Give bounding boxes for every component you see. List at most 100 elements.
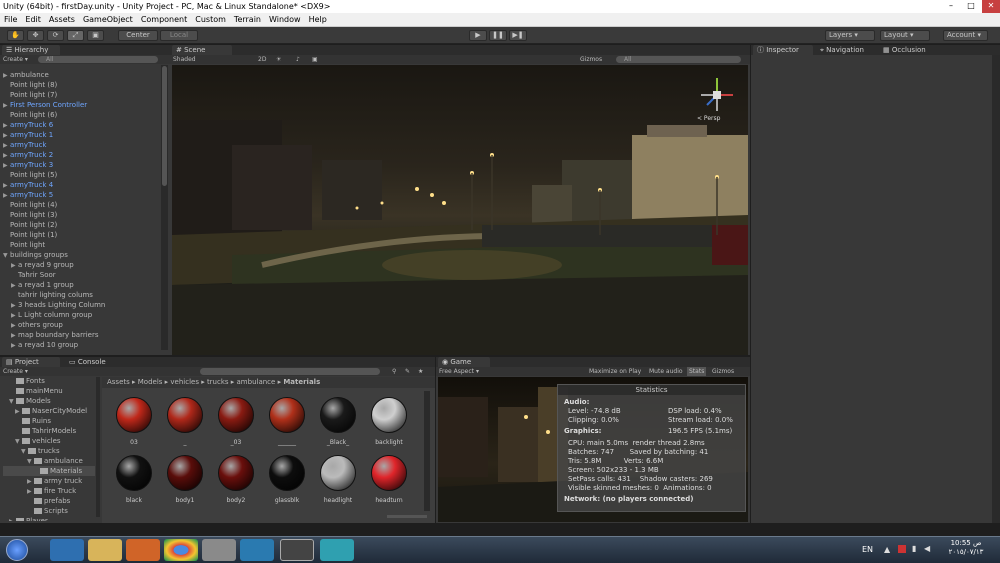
aspect-dropdown[interactable]: Free Aspect (439, 368, 474, 375)
hierarchy-search-input[interactable]: All (38, 56, 158, 63)
hierarchy-scrollbar[interactable] (161, 65, 168, 350)
system-clock[interactable]: 10:55 ص ٢٠١٥/٠٧/١٣ (944, 539, 988, 557)
hierarchy-item[interactable]: ▶ armyTruck 5 (3, 190, 158, 200)
hierarchy-item[interactable]: ▶ armyTruck 4 (3, 180, 158, 190)
play-button[interactable]: ▶ (469, 30, 487, 41)
step-button[interactable]: ▶❚ (509, 30, 527, 41)
hierarchy-item[interactable]: ▶ armyTruck 6 (3, 120, 158, 130)
show-hidden-icons-icon[interactable]: ▲ (884, 545, 890, 554)
hierarchy-item[interactable]: ▶ 3 heads Lighting Column (3, 300, 158, 310)
folder-tree-item[interactable]: Fonts (3, 376, 95, 386)
folder-tree-item[interactable]: ▼ trucks (3, 446, 95, 456)
filter-type-icon[interactable]: ⚲ (392, 367, 396, 376)
gizmos-dropdown[interactable]: Gizmos (580, 55, 602, 64)
hierarchy-item[interactable]: ▶ a reyad 1 group (3, 280, 158, 290)
hierarchy-item[interactable]: ▶ ambulance (3, 70, 158, 80)
folder-tree-item[interactable]: mainMenu (3, 386, 95, 396)
move-tool-icon[interactable]: ✥ (27, 30, 44, 41)
hierarchy-item[interactable]: ▶ map boundary barriers (3, 330, 158, 340)
tab-scene[interactable]: # Scene (172, 45, 232, 55)
folder-tree-item[interactable]: prefabs (3, 496, 95, 506)
breadcrumb-item[interactable]: trucks (207, 378, 229, 386)
material-asset[interactable]: black (112, 455, 156, 505)
chrome-icon[interactable] (164, 539, 198, 561)
menu-window[interactable]: Window (265, 15, 305, 24)
hierarchy-item[interactable]: Point light (8) (3, 80, 158, 90)
tab-console[interactable]: ▭ Console (65, 357, 123, 367)
folder-tree-item[interactable]: Materials (3, 466, 95, 476)
rotate-tool-icon[interactable]: ⟳ (47, 30, 64, 41)
assets-scrollbar[interactable] (424, 391, 430, 511)
volume-icon[interactable]: ◀ (924, 544, 930, 553)
tab-occlusion[interactable]: ▦ Occlusion (879, 45, 939, 55)
folder-tree-item[interactable]: ▼ ambulance (3, 456, 95, 466)
effects-toggle-icon[interactable]: ▣ (312, 55, 318, 64)
lighting-toggle-icon[interactable]: ☀ (276, 55, 281, 64)
folder-tree-item[interactable]: ▶ NaserCityModel (3, 406, 95, 416)
layers-dropdown[interactable]: Layers ▾ (825, 30, 875, 41)
network-icon[interactable]: ▮ (912, 544, 916, 553)
folder-tree-item[interactable]: ▶ fire Truck (3, 486, 95, 496)
hierarchy-item[interactable]: ▼ buildings groups (3, 250, 158, 260)
hierarchy-item[interactable]: Point light (4) (3, 200, 158, 210)
pivot-center-button[interactable]: Center (118, 30, 158, 41)
folder-tree-item[interactable]: TahrirModels (3, 426, 95, 436)
internet-explorer-icon[interactable] (50, 539, 84, 561)
hierarchy-item[interactable]: ▶ others group (3, 320, 158, 330)
shading-mode-dropdown[interactable]: Shaded (173, 56, 196, 63)
close-button[interactable]: ✕ (982, 0, 1000, 13)
breadcrumb-item[interactable]: Models (138, 378, 163, 386)
hierarchy-item[interactable]: ▶ a reyad 9 group (3, 260, 158, 270)
2d-toggle[interactable]: 2D (258, 55, 266, 64)
breadcrumb-item[interactable]: ambulance (237, 378, 276, 386)
start-button-icon[interactable] (6, 539, 28, 561)
account-dropdown[interactable]: Account ▾ (943, 30, 988, 41)
app-cube-icon[interactable] (320, 539, 354, 561)
breadcrumb-item[interactable]: Assets (107, 378, 130, 386)
persp-label[interactable]: < Persp (697, 115, 737, 122)
material-asset[interactable]: _ (163, 397, 207, 447)
hierarchy-create-dropdown[interactable]: Create (3, 56, 23, 63)
rect-tool-icon[interactable]: ▣ (87, 30, 104, 41)
material-asset[interactable]: body2 (214, 455, 258, 505)
menu-component[interactable]: Component (137, 15, 191, 24)
inspector-scrollbar[interactable] (992, 55, 1000, 523)
tab-navigation[interactable]: ⌖ Navigation (816, 45, 876, 55)
stats-toggle[interactable]: Stats (687, 367, 707, 376)
folder-tree-item[interactable]: ▼ Models (3, 396, 95, 406)
menu-terrain[interactable]: Terrain (230, 15, 265, 24)
project-tree-scrollbar[interactable] (96, 377, 100, 517)
menu-edit[interactable]: Edit (21, 15, 45, 24)
action-center-icon[interactable] (898, 545, 906, 553)
menu-assets[interactable]: Assets (45, 15, 79, 24)
hand-tool-icon[interactable]: ✋ (7, 30, 24, 41)
hierarchy-item[interactable]: ▶ a reyad 10 group (3, 340, 158, 350)
hierarchy-item[interactable]: Tahrir Soor (3, 270, 158, 280)
hierarchy-item[interactable]: Point light (3, 240, 158, 250)
collapsed-arrow-icon[interactable]: ▶ (9, 517, 16, 521)
project-create-dropdown[interactable]: Create (3, 368, 23, 375)
folder-tree-item[interactable]: ▶ army truck (3, 476, 95, 486)
hierarchy-item[interactable]: ▶ armyTruck 1 (3, 130, 158, 140)
expanded-arrow-icon[interactable]: ▼ (3, 251, 10, 261)
material-asset[interactable]: 03 (112, 397, 156, 447)
media-player-icon[interactable] (126, 539, 160, 561)
hierarchy-item[interactable]: ▶ First Person Controller (3, 100, 158, 110)
hierarchy-item[interactable]: Point light (7) (3, 90, 158, 100)
hierarchy-item[interactable]: Point light (5) (3, 170, 158, 180)
scene-orientation-gizmo[interactable]: < Persp (697, 75, 737, 125)
hierarchy-item[interactable]: Point light (3) (3, 210, 158, 220)
menu-file[interactable]: File (0, 15, 21, 24)
material-asset[interactable]: backlight (367, 397, 411, 447)
app-globe-icon[interactable] (240, 539, 274, 561)
menu-gameobject[interactable]: GameObject (79, 15, 137, 24)
hierarchy-item[interactable]: tahrir lighting colums (3, 290, 158, 300)
menu-custom[interactable]: Custom (191, 15, 230, 24)
pause-button[interactable]: ❚❚ (489, 30, 507, 41)
menu-help[interactable]: Help (305, 15, 331, 24)
scene-viewport[interactable]: < Persp (172, 65, 748, 355)
folder-tree-item[interactable]: ▼ vehicles (3, 436, 95, 446)
hierarchy-item[interactable]: ▶ armyTruck (3, 140, 158, 150)
file-explorer-icon[interactable] (88, 539, 122, 561)
tab-game[interactable]: ◉ Game (438, 357, 490, 367)
